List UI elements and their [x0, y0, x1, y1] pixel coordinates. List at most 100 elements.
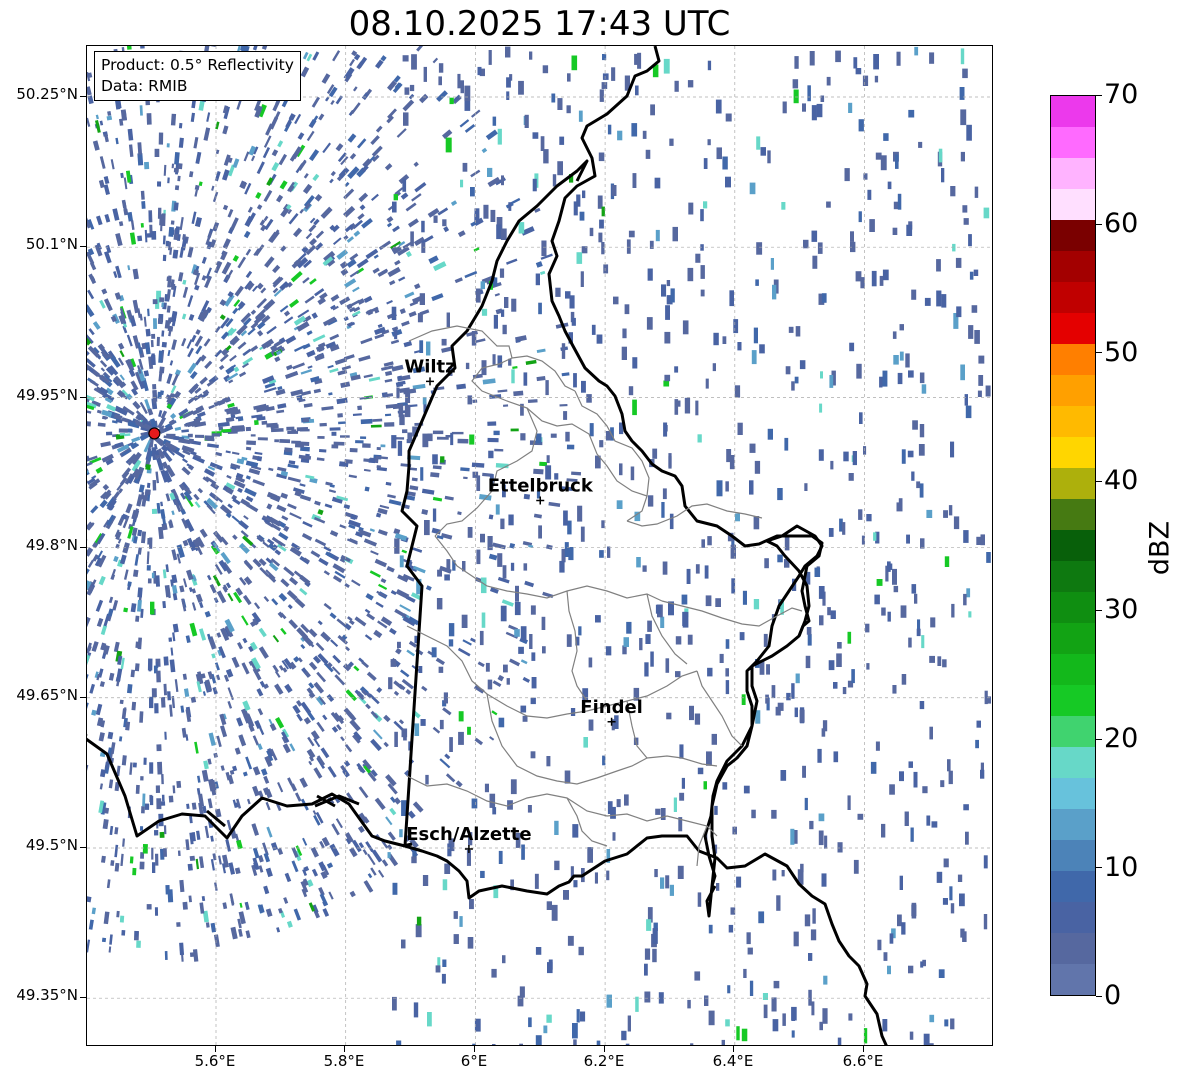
reflectivity-pixel — [300, 66, 310, 78]
reflectivity-pixel — [230, 217, 239, 231]
reflectivity-pixel — [226, 474, 232, 479]
reflectivity-pixel — [343, 316, 349, 322]
reflectivity-pixel — [622, 328, 627, 339]
reflectivity-pixel — [687, 999, 691, 1009]
reflectivity-pixel — [99, 681, 105, 688]
reflectivity-pixel — [163, 656, 169, 666]
reflectivity-pixel — [358, 786, 369, 799]
reflectivity-pixel — [132, 299, 140, 314]
colorbar-segment — [1051, 839, 1095, 871]
reflectivity-pixel — [904, 811, 909, 826]
reflectivity-pixel — [882, 1019, 888, 1032]
reflectivity-pixel — [222, 902, 228, 910]
reflectivity-pixel — [311, 868, 319, 877]
reflectivity-pixel — [792, 79, 799, 89]
reflectivity-pixel — [887, 611, 891, 622]
reflectivity-pixel — [737, 422, 743, 435]
reflectivity-pixel — [887, 965, 891, 975]
reflectivity-pixel — [612, 832, 616, 841]
reflectivity-pixel — [87, 702, 89, 715]
reflectivity-pixel — [87, 764, 89, 775]
reflectivity-pixel — [646, 919, 652, 931]
reflectivity-pixel — [219, 314, 226, 321]
reflectivity-pixel — [95, 599, 104, 612]
reflectivity-pixel — [830, 610, 836, 619]
reflectivity-pixel — [599, 550, 604, 558]
reflectivity-pixel — [357, 298, 365, 305]
reflectivity-pixel — [212, 687, 218, 695]
reflectivity-pixel — [399, 308, 406, 315]
reflectivity-pixel — [626, 621, 632, 634]
reflectivity-pixel — [401, 549, 408, 554]
reflectivity-pixel — [595, 615, 601, 623]
reflectivity-pixel — [580, 526, 585, 542]
reflectivity-pixel — [169, 360, 174, 366]
reflectivity-pixel — [542, 646, 546, 654]
reflectivity-pixel — [141, 531, 147, 544]
reflectivity-pixel — [365, 593, 374, 601]
reflectivity-pixel — [500, 228, 507, 240]
reflectivity-pixel — [352, 413, 362, 416]
reflectivity-pixel — [331, 823, 340, 836]
reflectivity-pixel — [228, 862, 236, 875]
reflectivity-pixel — [218, 855, 222, 865]
reflectivity-pixel — [366, 612, 376, 621]
reflectivity-pixel — [400, 192, 409, 200]
reflectivity-pixel — [610, 806, 616, 819]
reflectivity-pixel — [963, 218, 969, 225]
reflectivity-pixel — [897, 372, 903, 385]
reflectivity-pixel — [464, 123, 476, 133]
reflectivity-pixel — [375, 125, 383, 133]
reflectivity-pixel — [232, 158, 240, 169]
reflectivity-pixel — [427, 1012, 432, 1027]
reflectivity-pixel — [216, 735, 222, 748]
reflectivity-pixel — [687, 634, 693, 645]
reflectivity-pixel — [201, 769, 209, 782]
reflectivity-pixel — [489, 736, 495, 741]
reflectivity-pixel — [931, 821, 938, 828]
reflectivity-pixel — [687, 267, 694, 282]
reflectivity-pixel — [465, 362, 470, 370]
reflectivity-pixel — [951, 603, 955, 618]
reflectivity-pixel — [644, 662, 649, 677]
reflectivity-pixel — [943, 510, 948, 518]
reflectivity-pixel — [755, 279, 759, 286]
reflectivity-pixel — [356, 258, 369, 269]
reflectivity-pixel — [578, 626, 582, 636]
reflectivity-pixel — [272, 99, 281, 112]
reflectivity-pixel — [546, 901, 552, 910]
reflectivity-pixel — [270, 842, 278, 851]
reflectivity-pixel — [250, 309, 257, 315]
reflectivity-pixel — [140, 190, 145, 200]
reflectivity-pixel — [540, 270, 546, 275]
reflectivity-pixel — [616, 799, 621, 808]
reflectivity-pixel — [112, 599, 119, 611]
reflectivity-pixel — [749, 480, 754, 495]
reflectivity-pixel — [506, 678, 510, 685]
reflectivity-pixel — [644, 963, 648, 976]
reflectivity-pixel — [921, 635, 925, 649]
reflectivity-pixel — [420, 719, 426, 726]
reflectivity-pixel — [323, 570, 330, 576]
reflectivity-pixel — [448, 639, 454, 647]
reflectivity-pixel — [569, 295, 575, 309]
reflectivity-pixel — [911, 471, 915, 481]
lat-tick-mark — [80, 96, 86, 97]
reflectivity-pixel — [674, 80, 679, 92]
colorbar-tick-mark — [1096, 610, 1102, 611]
reflectivity-pixel — [899, 324, 904, 331]
reflectivity-pixel — [473, 247, 480, 252]
reflectivity-pixel — [151, 572, 155, 579]
reflectivity-pixel — [147, 408, 154, 416]
reflectivity-pixel — [87, 86, 92, 96]
reflectivity-pixel — [172, 593, 178, 601]
reflectivity-pixel — [411, 193, 422, 202]
reflectivity-pixel — [665, 658, 670, 673]
reflectivity-pixel — [432, 465, 442, 470]
reflectivity-pixel — [566, 105, 571, 114]
reflectivity-pixel — [435, 657, 445, 666]
reflectivity-pixel — [311, 96, 321, 108]
reflectivity-pixel — [628, 230, 635, 238]
reflectivity-pixel — [214, 662, 220, 671]
reflectivity-pixel — [636, 557, 641, 568]
